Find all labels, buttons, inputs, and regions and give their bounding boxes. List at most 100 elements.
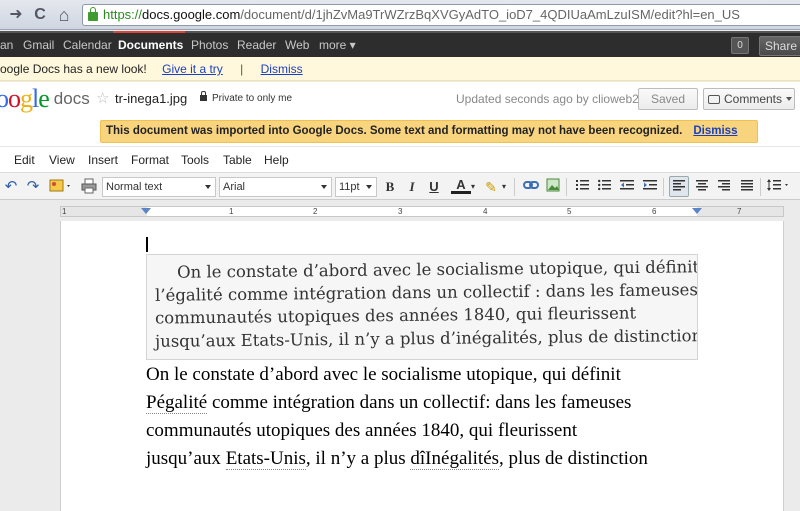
bold-button[interactable]: B: [384, 178, 396, 196]
active-product-indicator: [113, 31, 185, 33]
left-indent-marker[interactable]: [141, 208, 151, 214]
comments-label: Comments: [724, 92, 783, 106]
paragraph-style-select[interactable]: Normal text: [102, 177, 216, 197]
ruler-number: 1: [62, 207, 67, 216]
link-icon[interactable]: [522, 178, 540, 196]
browser-toolbar: ➜ C ⌂ https://docs.google.com/document/d…: [0, 0, 800, 30]
comments-button[interactable]: Comments: [703, 88, 795, 110]
decrease-indent-icon[interactable]: [620, 178, 634, 196]
star-icon[interactable]: ☆: [96, 89, 109, 107]
menu-view[interactable]: View: [49, 153, 75, 167]
gbar-item-reader[interactable]: Reader: [237, 38, 276, 52]
menu-format[interactable]: Format: [131, 153, 169, 167]
ruler-area: 1 1 2 3 4 5 6 7: [0, 201, 800, 221]
ruler-number: 6: [652, 207, 657, 216]
logo-docs-word: docs: [53, 89, 90, 108]
url-host: docs.google.com: [142, 7, 241, 22]
text-color-button[interactable]: A: [451, 178, 471, 194]
font-size-select[interactable]: 11pt: [335, 177, 377, 197]
image-insert-icon: [49, 179, 70, 192]
scan-text-line: l’égalité comme intégration dans un coll…: [154, 280, 698, 305]
menu-tools[interactable]: Tools: [181, 153, 209, 167]
misspelled-word[interactable]: Etats-Unis: [225, 448, 306, 470]
chain-link-icon: [523, 181, 539, 189]
menu-insert[interactable]: Insert: [88, 153, 118, 167]
gbar-item-gmail[interactable]: Gmail: [23, 38, 54, 52]
ruler-number: 1: [229, 207, 234, 216]
chevron-down-icon[interactable]: ▾: [469, 178, 477, 196]
print-icon[interactable]: [80, 178, 98, 196]
gbar-item-calendar[interactable]: Calendar: [63, 38, 112, 52]
insert-image-menu[interactable]: [49, 178, 73, 196]
insert-drawing-icon[interactable]: [545, 178, 561, 196]
undo-icon[interactable]: ↶: [4, 178, 18, 196]
ruler-left-margin: [61, 207, 147, 216]
reload-icon[interactable]: C: [30, 4, 50, 26]
unordered-list-icon: [597, 179, 611, 191]
ruler-number: 2: [313, 207, 318, 216]
chevron-down-icon[interactable]: ▾: [500, 178, 508, 196]
privacy-status[interactable]: Private to only me: [200, 91, 293, 104]
misspelled-word[interactable]: Pégalité: [146, 392, 208, 414]
bulleted-list-icon[interactable]: [597, 178, 611, 196]
notification-badge[interactable]: 0: [731, 37, 749, 54]
inserted-scan-image[interactable]: On le constate d’abord avec le socialism…: [146, 254, 698, 360]
url-path: /document/d/1jhZvMa9TrWZrzBqXVGyAdTO_ioD…: [240, 7, 740, 22]
ruler[interactable]: 1 1 2 3 4 5 6 7: [60, 206, 784, 217]
menu-help[interactable]: Help: [264, 153, 289, 167]
url-scheme: https://: [103, 7, 143, 22]
dismiss-new-look-link[interactable]: Dismiss: [261, 62, 303, 76]
menu-edit[interactable]: Edit: [14, 153, 35, 167]
document-title[interactable]: tr-inega1.jpg: [115, 91, 187, 106]
align-left-icon[interactable]: [673, 178, 685, 196]
comment-icon: [708, 95, 720, 104]
google-docs-logo[interactable]: oogle docs: [0, 84, 90, 114]
home-icon[interactable]: ⌂: [54, 4, 74, 26]
gbar-item-web[interactable]: Web: [285, 38, 309, 52]
forward-arrow-icon[interactable]: ➜: [6, 4, 26, 26]
ruler-number: 7: [737, 207, 742, 216]
scan-text-line: jusqu’aux Etats-Unis, il n’y a plus d’in…: [154, 326, 698, 351]
justify-icon[interactable]: [741, 178, 753, 196]
menu-table[interactable]: Table: [223, 153, 252, 167]
last-updated-text: Updated seconds ago by clioweb2: [456, 92, 639, 106]
misspelled-word[interactable]: dîInégalités: [410, 448, 500, 470]
toolbar-divider: [760, 178, 761, 196]
saved-button[interactable]: Saved: [638, 88, 698, 110]
dismiss-import-notice-link[interactable]: Dismiss: [693, 125, 737, 137]
gbar-item-an[interactable]: an: [0, 38, 13, 52]
line-spacing-icon[interactable]: [767, 178, 791, 196]
scan-text-line: communautés utopiques des années 1840, q…: [154, 303, 637, 328]
address-bar[interactable]: https://docs.google.com/document/d/1jhZv…: [82, 4, 800, 26]
banner-separator: |: [240, 62, 244, 76]
document-text-line: On le constate d’abord avec le socialism…: [146, 364, 621, 385]
redo-icon[interactable]: ↷: [26, 178, 40, 196]
import-notice-text: This document was imported into Google D…: [106, 125, 683, 137]
new-look-message: oogle Docs has a new look!: [0, 62, 147, 76]
import-notice: This document was imported into Google D…: [100, 120, 758, 143]
document-canvas: On le constate d’abord avec le socialism…: [0, 221, 800, 511]
give-it-a-try-link[interactable]: Give it a try: [162, 62, 223, 76]
document-page[interactable]: On le constate d’abord avec le socialism…: [60, 221, 784, 511]
align-right-icon[interactable]: [718, 178, 730, 196]
chevron-down-icon: [366, 185, 372, 189]
gbar-item-more[interactable]: more ▾: [319, 38, 356, 52]
increase-indent-icon[interactable]: [643, 178, 657, 196]
align-center-icon[interactable]: [696, 178, 708, 196]
gbar-item-documents[interactable]: Documents: [118, 38, 183, 52]
document-text-line: Pégalité comme intégration dans un colle…: [146, 392, 632, 414]
underline-button[interactable]: U: [428, 178, 440, 196]
italic-button[interactable]: I: [406, 178, 418, 196]
gbar-item-photos[interactable]: Photos: [191, 38, 228, 52]
printer-icon: [81, 178, 97, 194]
picture-icon: [546, 178, 560, 192]
ruler-number: 5: [567, 207, 572, 216]
scan-text-line: On le constate d’abord avec le socialism…: [176, 257, 698, 282]
highlight-color-icon[interactable]: ✎: [483, 178, 499, 196]
font-family-select[interactable]: Arial: [219, 177, 332, 197]
share-button[interactable]: Share: [759, 36, 800, 56]
new-look-banner: oogle Docs has a new look! Give it a try…: [0, 57, 800, 81]
numbered-list-icon[interactable]: [575, 178, 589, 196]
right-indent-marker[interactable]: [692, 208, 702, 214]
privacy-label: Private to only me: [212, 93, 293, 104]
